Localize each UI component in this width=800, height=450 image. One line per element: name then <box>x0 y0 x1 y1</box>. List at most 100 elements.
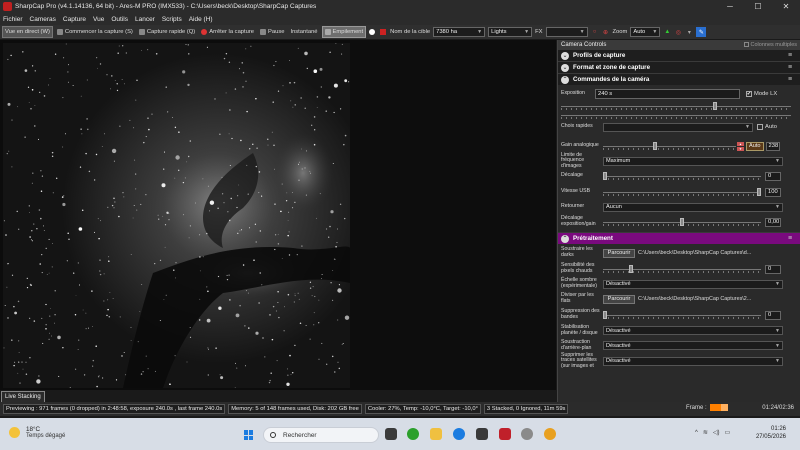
exposure-gain-offset-value-input[interactable]: 0,00 <box>765 217 781 227</box>
histogram-icon[interactable]: ▲ <box>663 28 671 36</box>
tray-chevron-icon[interactable]: ^ <box>695 430 698 436</box>
gain-slider[interactable] <box>603 141 736 151</box>
slider-thumb[interactable] <box>757 187 761 196</box>
hamburger-menu-icon[interactable]: ≡ <box>786 64 794 72</box>
sat-trails-select[interactable]: Désactivé ▼ <box>603 356 783 366</box>
close-button[interactable]: ✕ <box>772 0 800 13</box>
multi-columns-toggle[interactable]: Colonnes multiples <box>743 42 797 48</box>
taskbar-search[interactable]: Rechercher <box>263 427 379 443</box>
slider-thumb[interactable] <box>713 101 717 110</box>
volume-icon[interactable]: ◁) <box>713 429 720 436</box>
bg-subtract-select[interactable]: Désactivé ▼ <box>603 341 783 350</box>
frame-type-select[interactable]: Lights ▼ <box>488 27 533 37</box>
stop-capture-button[interactable]: Arrêter la capture <box>199 26 256 38</box>
planet-stab-select[interactable]: Désactivé ▼ <box>603 326 783 335</box>
star <box>43 95 46 97</box>
dark-scale-select[interactable]: Désactivé ▼ <box>603 279 783 289</box>
offset-slider[interactable] <box>603 171 761 181</box>
section-title: Prétraitement <box>573 235 613 242</box>
tab-live-stacking[interactable]: Live Stacking <box>1 391 45 402</box>
gain-value-input[interactable]: 238 <box>765 141 780 151</box>
store-icon[interactable] <box>476 428 488 440</box>
app-green-icon[interactable] <box>407 428 419 440</box>
chrome-browser-icon[interactable] <box>544 428 556 440</box>
quick-picks-select[interactable]: ▼ <box>603 122 753 132</box>
menu-capture[interactable]: Capture <box>63 16 86 23</box>
quick-capture-button[interactable]: Capture rapide (Q) <box>137 26 197 38</box>
section-capture-format[interactable]: ⌄ Format et zone de capture ≡ <box>558 61 800 73</box>
start-capture-button[interactable]: Commencer la capture (S) <box>55 26 135 38</box>
stacking-button[interactable]: Empilement <box>321 26 367 38</box>
hamburger-menu-icon[interactable]: ≡ <box>786 76 794 84</box>
minimize-button[interactable]: ─ <box>716 0 744 13</box>
section-preprocessing[interactable]: ⌃ Prétraitement ≡ <box>558 232 800 244</box>
usb-speed-value-input[interactable]: 100 <box>765 187 781 197</box>
fx-select[interactable]: ▼ <box>545 27 588 37</box>
slider-thumb[interactable] <box>680 217 684 226</box>
flip-select[interactable]: Aucun ▼ <box>603 202 783 212</box>
browse-darks-button[interactable]: Parcourir <box>603 248 635 258</box>
sharpcap-taskbar-icon[interactable] <box>499 428 511 440</box>
live-view-button[interactable]: Vue en direct (W) <box>2 26 53 38</box>
dropdown-arrow-icon[interactable]: ▾ <box>685 28 693 36</box>
browse-flats-button[interactable]: Parcourir <box>603 294 635 304</box>
banding-value-input[interactable]: 0 <box>765 310 781 320</box>
exposure-slider[interactable] <box>561 101 791 111</box>
menu-cameras[interactable]: Cameras <box>30 16 56 23</box>
snapshot-button[interactable]: Instantané <box>288 26 319 38</box>
menu-scripts[interactable]: Scripts <box>162 16 182 23</box>
section-capture-profiles[interactable]: ⌄ Profils de capture ≡ <box>558 49 800 61</box>
slider-thumb[interactable] <box>603 171 607 180</box>
menu-view[interactable]: Vue <box>93 16 104 23</box>
banding-slider[interactable] <box>603 310 761 320</box>
gain-spinner[interactable]: ▲ ▼ <box>737 141 744 151</box>
quick-picks-auto-checkbox[interactable]: Auto <box>757 124 777 130</box>
slider-thumb[interactable] <box>603 310 607 319</box>
hamburger-menu-icon[interactable]: ≡ <box>786 235 794 243</box>
star <box>63 57 65 59</box>
maximize-button[interactable]: ☐ <box>744 0 772 13</box>
magnifier-icon[interactable]: ◎ <box>674 28 682 36</box>
edge-browser-icon[interactable] <box>453 428 465 440</box>
image-viewport[interactable] <box>0 40 556 390</box>
crosshair-icon[interactable]: ⊕ <box>602 28 610 36</box>
exposure-input[interactable]: 240 s <box>595 89 740 99</box>
tools-icon[interactable]: ✎ <box>696 27 707 37</box>
windows-start-icon[interactable] <box>244 430 254 440</box>
menu-file[interactable]: Fichier <box>3 16 23 23</box>
spin-down-icon[interactable]: ▼ <box>737 146 744 151</box>
exposure-gain-offset-slider[interactable] <box>603 217 761 227</box>
reticle-icon[interactable]: ○ <box>591 28 599 36</box>
menu-run[interactable]: Lancer <box>135 16 155 23</box>
record-icon[interactable] <box>368 28 376 36</box>
battery-icon[interactable]: ▭ <box>724 429 730 436</box>
star <box>287 368 288 370</box>
frame-rate-select[interactable]: Maximum ▼ <box>603 156 783 166</box>
gain-auto-button[interactable]: Auto <box>746 141 764 151</box>
taskbar-clock[interactable]: 01:26 27/05/2026 <box>756 425 786 441</box>
app-grey-icon[interactable] <box>521 428 533 440</box>
slider-thumb[interactable] <box>629 264 633 273</box>
zoom-select[interactable]: Auto ▼ <box>630 27 661 37</box>
menu-tools[interactable]: Outils <box>111 16 128 23</box>
file-explorer-icon[interactable] <box>430 428 442 440</box>
slider-thumb[interactable] <box>653 141 657 150</box>
wifi-icon[interactable]: ≋ <box>703 429 708 436</box>
exposure-fine-slider[interactable] <box>561 111 791 120</box>
target-icon[interactable] <box>379 28 387 36</box>
menu-help[interactable]: Aide (H) <box>189 16 213 23</box>
spin-up-icon[interactable]: ▲ <box>737 141 744 146</box>
target-name-input[interactable]: 7380 ha ▼ <box>433 27 486 37</box>
multi-columns-checkbox[interactable] <box>743 42 749 47</box>
usb-speed-slider[interactable] <box>603 187 761 197</box>
weather-widget[interactable]: 18°C Temps dégagé <box>9 426 65 439</box>
star <box>29 356 31 359</box>
hot-pixel-value-input[interactable]: 0 <box>765 264 781 274</box>
hamburger-menu-icon[interactable]: ≡ <box>786 52 794 60</box>
pause-button[interactable]: Pause <box>258 26 286 38</box>
section-camera-controls[interactable]: ⌃ Commandes de la caméra ≡ <box>558 73 800 85</box>
hot-pixel-slider[interactable] <box>603 264 761 274</box>
lx-mode-checkbox[interactable]: ✔ Mode LX <box>746 91 777 97</box>
offset-value-input[interactable]: 0 <box>765 171 781 181</box>
task-view-icon[interactable] <box>385 428 397 440</box>
